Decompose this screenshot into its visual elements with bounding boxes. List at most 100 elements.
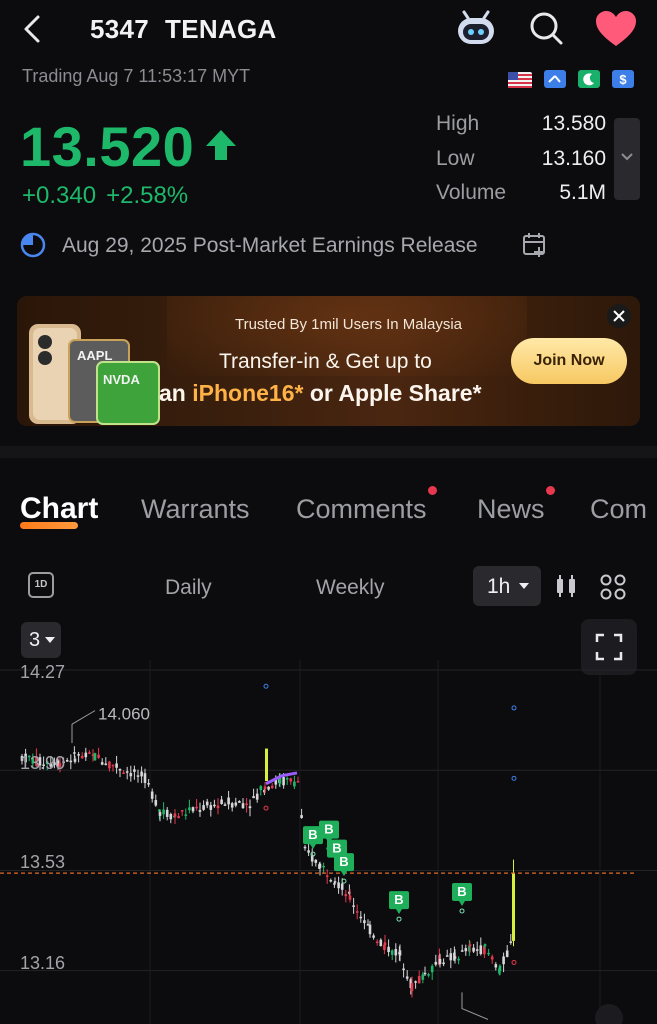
buy-marker[interactable]: B [452,882,472,906]
back-arrow-icon[interactable] [16,12,50,46]
expand-stats-button[interactable] [614,118,640,200]
close-banner-button[interactable] [607,304,631,328]
candle-body [223,804,227,806]
earnings-release-row[interactable]: Aug 29, 2025 Post-Market Earnings Releas… [20,230,560,262]
buy-marker[interactable]: B [389,891,409,915]
quote-stats: High 13.580 Low 13.160 Volume 5.1M [436,112,606,216]
candle-body [449,953,453,961]
candle-body [394,949,398,956]
candle-body [133,769,136,772]
candle-body [118,769,122,771]
signal-dot [263,805,269,811]
candle-body [184,814,188,816]
tab-label: Comments [296,494,427,524]
candle-body [252,796,255,799]
caret-down-icon [45,637,55,643]
candle-body [180,810,184,812]
layout-grid-icon[interactable] [600,574,626,600]
tab-news[interactable]: News [477,486,555,525]
candle-body [73,758,77,762]
candle-body [494,964,498,968]
intraday-1d-button[interactable]: 1D [28,572,54,598]
stock-title: 5347 TENAGA [90,14,277,45]
candle-body [410,983,414,992]
tab-chart[interactable]: Chart [20,492,98,526]
candle-body [509,941,513,943]
favorite-heart-icon[interactable] [594,10,638,48]
tab-company[interactable]: Com [590,494,647,525]
candle-body [322,865,325,868]
interval-dropdown[interactable]: 1h [473,566,541,606]
change-percent: +2.58% [106,182,189,209]
candlestick-type-icon[interactable] [554,574,578,598]
buy-dot [396,916,402,922]
low-leader [461,992,489,1020]
candle-body [97,754,100,758]
detail-tabs: Chart Warrants Comments News Com [0,486,657,538]
candle-body [487,952,490,955]
promo-banner[interactable]: AAPL NVDA Trusted By 1mil Users In Malay… [17,296,640,426]
candle-body [457,958,460,961]
candle-body [417,975,421,984]
candle-body [402,968,405,971]
candle-body [115,763,118,768]
svg-text:B: B [394,892,403,907]
tab-warrants[interactable]: Warrants [141,494,250,525]
candle-body [421,974,425,980]
candle-body [303,846,307,849]
candle-body [318,863,322,868]
candle-body [387,946,390,953]
y-tick-label: 13.90 [20,753,66,773]
candle-body [245,803,248,805]
candle-body [198,810,202,812]
ai-assistant-icon[interactable] [454,10,498,48]
candle-body [248,806,252,809]
svg-text:$: $ [619,72,627,87]
price-chart[interactable]: 14.06013.000BBBBBB [0,660,657,1024]
earnings-text: Aug 29, 2025 Post-Market Earnings Releas… [62,234,478,257]
candle-body [329,879,333,882]
candle-body [293,781,296,787]
candle-body [227,797,230,805]
join-now-button[interactable]: Join Now [511,338,627,384]
price-change: +0.340 +2.58% [22,182,188,210]
stat-value: 13.160 [541,146,606,170]
indicator-count-dropdown[interactable]: 3 [21,622,61,658]
candle-body [445,955,449,957]
section-divider [0,446,657,458]
banner-line2-post: or Apple Share* [303,380,482,406]
candle-body [84,752,88,758]
iphone-promo-image: AAPL NVDA [29,324,160,425]
candle-body [390,950,394,955]
candle-body [479,945,483,955]
close-icon [613,310,625,322]
stat-high: High 13.580 [436,112,606,147]
candle-body [472,947,475,952]
candle-body [162,809,165,815]
candle-body [195,806,198,809]
stat-label: High [436,112,480,135]
candle-body [460,950,464,952]
buy-dot [459,908,465,914]
daily-button[interactable]: Daily [165,576,212,616]
candle-body [263,786,267,790]
candle-body [88,752,91,754]
notification-dot [427,486,437,495]
candle-body [65,760,69,762]
calendar-add-icon[interactable] [522,232,548,258]
signal-dot [511,960,517,966]
stat-value: 5.1M [559,181,606,204]
candle-body [464,948,468,952]
weekly-button[interactable]: Weekly [316,576,384,616]
market-flags: $ [508,70,634,88]
candle-body [147,783,150,785]
candle-body [372,935,375,938]
candle-body [340,883,344,890]
search-icon[interactable] [528,10,564,46]
signal-dot [511,775,517,781]
accent-candle [265,748,268,782]
stat-value: 13.580 [541,112,606,135]
candle-body [104,763,108,766]
tab-comments[interactable]: Comments [296,486,437,525]
candle-body [363,920,366,924]
